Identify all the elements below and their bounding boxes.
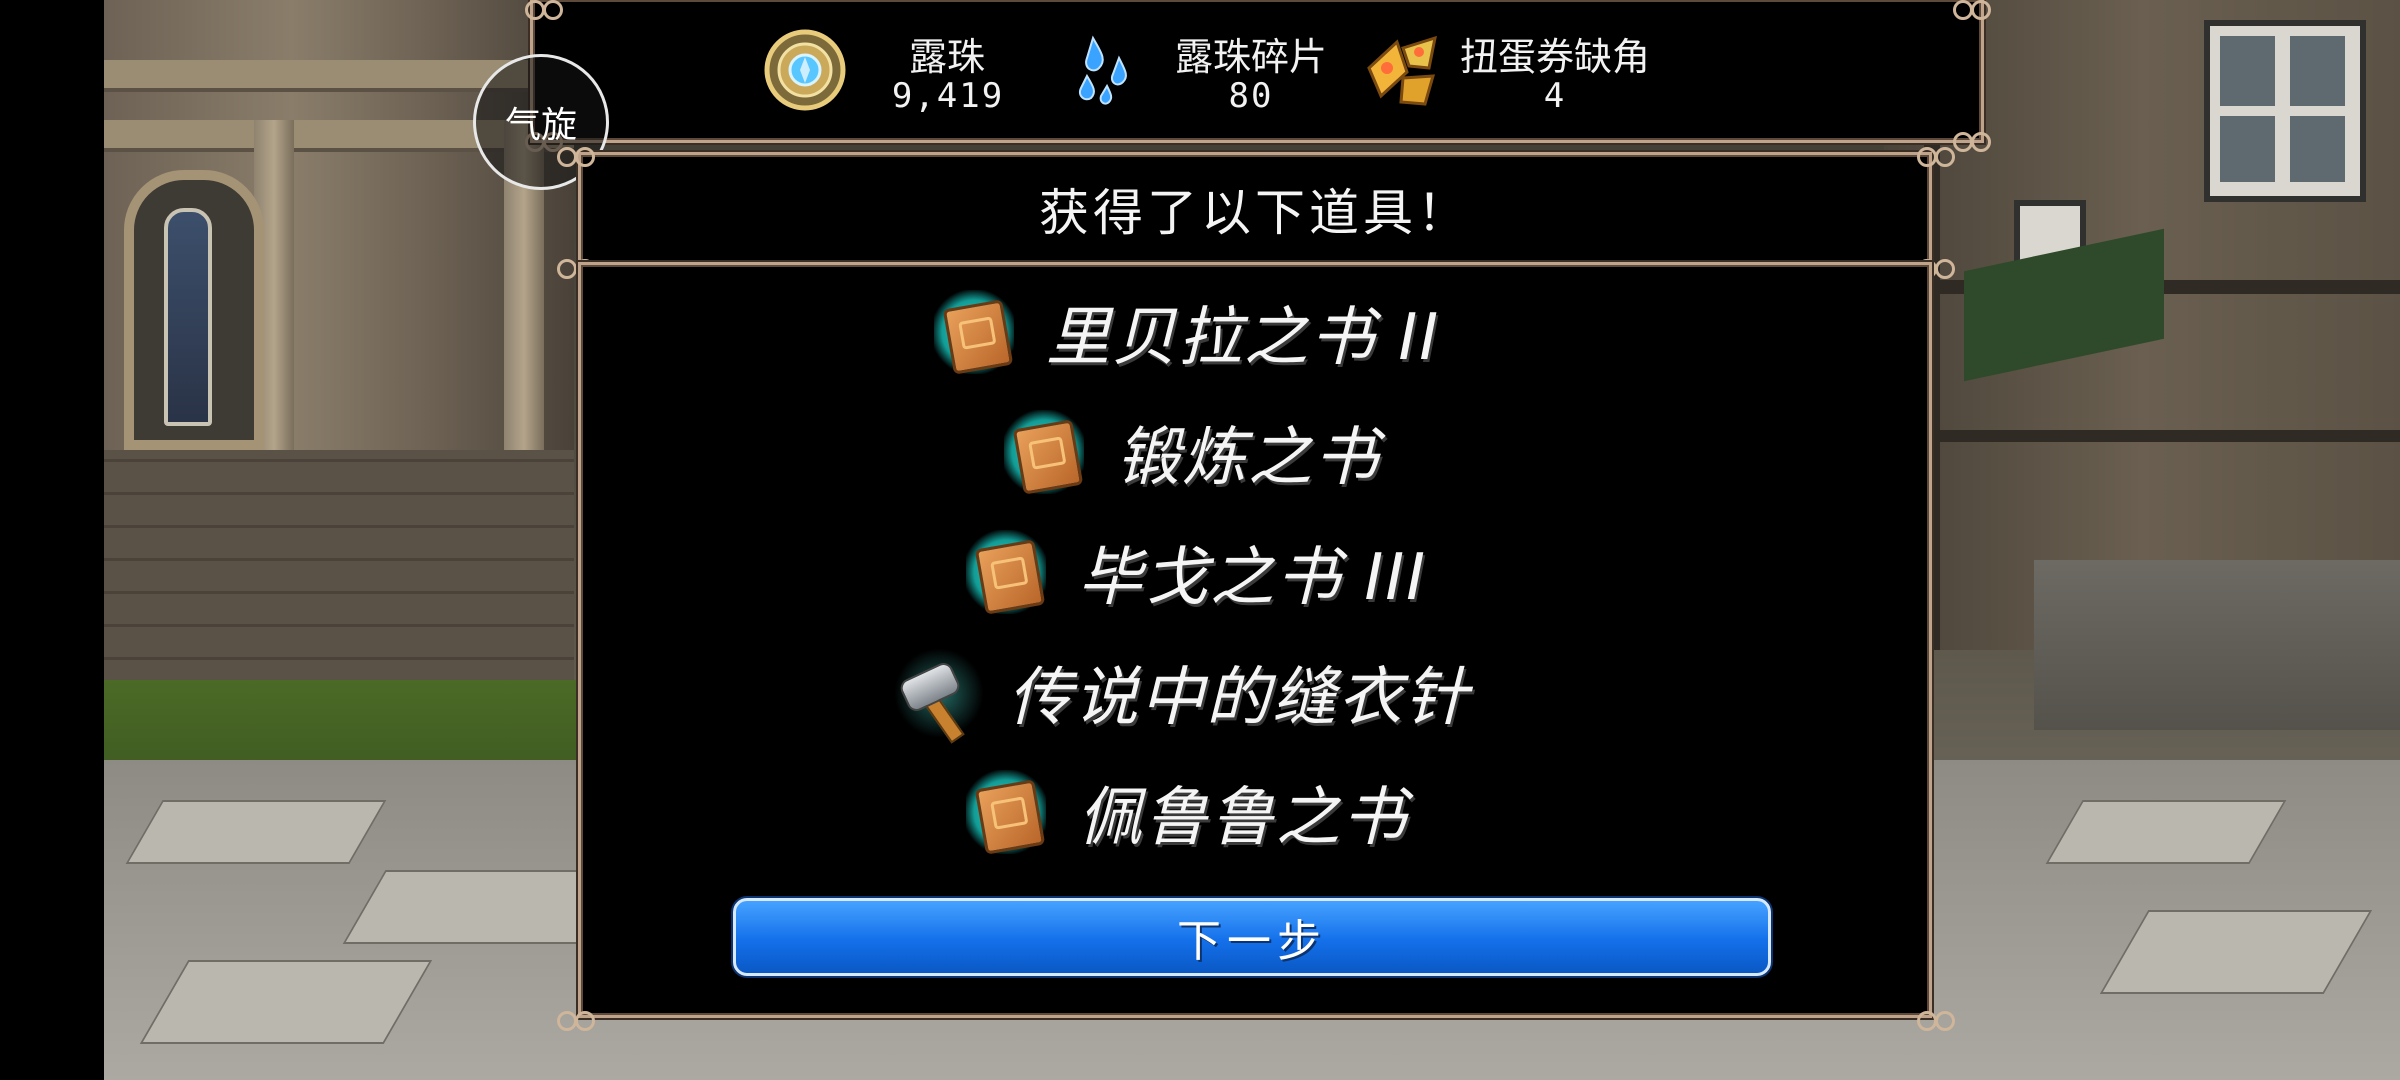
currency-bar: 露珠 9,419 露珠碎片 80 扭蛋券缺角 4 xyxy=(525,0,1991,152)
next-button[interactable]: 下一步 xyxy=(733,898,1771,976)
currency-value: 9,419 xyxy=(891,76,1005,116)
book-icon xyxy=(998,402,1094,502)
currency-label: 露珠碎片 xyxy=(1174,35,1327,79)
hammer-icon xyxy=(890,642,986,744)
reward-item-name: 佩鲁鲁之书 xyxy=(1078,781,1408,855)
reward-item: 佩鲁鲁之书 xyxy=(960,762,1408,862)
book-icon xyxy=(928,282,1024,382)
reward-item: 锻炼之书 xyxy=(998,402,1380,502)
currency-value: 80 xyxy=(1228,76,1274,116)
gacha-ticket-fragment-icon xyxy=(1363,28,1447,112)
dialog-title-panel: 获得了以下道具！ xyxy=(557,147,1955,279)
currency-value: 4 xyxy=(1543,76,1567,116)
currency-label: 扭蛋券缺角 xyxy=(1459,35,1650,79)
book-icon xyxy=(960,522,1056,622)
dialog-title: 获得了以下道具！ xyxy=(1039,184,1471,242)
reward-item: 传说中的缝衣针 xyxy=(890,642,1470,744)
dew-fragments-icon xyxy=(1063,28,1147,112)
reward-item-name: 毕戈之书 III xyxy=(1078,541,1427,615)
currency-gacha-ticket-fragment: 扭蛋券缺角 4 xyxy=(1363,0,1743,140)
dew-orb-icon xyxy=(763,28,847,112)
currency-dew-fragments: 露珠碎片 80 xyxy=(1063,0,1383,140)
reward-item-name: 锻炼之书 xyxy=(1116,421,1380,495)
stone-railing xyxy=(2034,560,2400,730)
arched-window xyxy=(124,170,264,450)
book-icon xyxy=(960,762,1056,862)
reward-item: 毕戈之书 III xyxy=(960,522,1427,622)
currency-dew-orb: 露珠 9,419 xyxy=(763,0,1023,140)
currency-label: 露珠 xyxy=(908,35,985,79)
reward-item-name: 里贝拉之书 II xyxy=(1046,301,1441,375)
reward-item: 里贝拉之书 II xyxy=(928,282,1440,382)
reward-item-name: 传说中的缝衣针 xyxy=(1008,661,1470,735)
